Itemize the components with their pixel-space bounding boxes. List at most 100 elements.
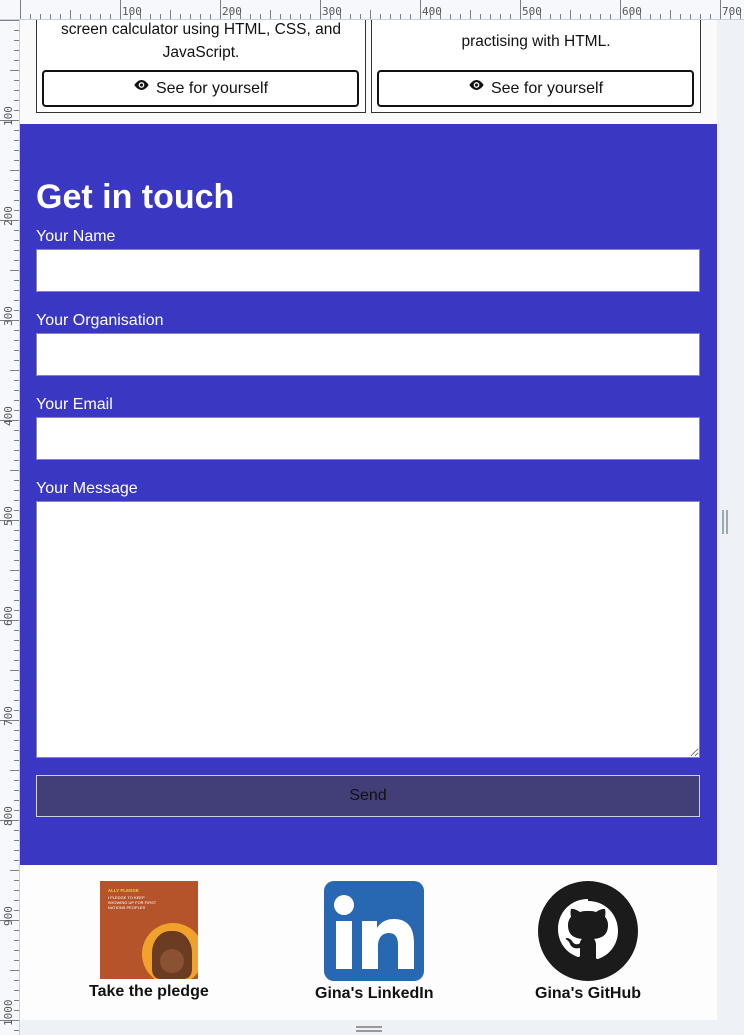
ruler-tick [14, 380, 19, 381]
description-line: JavaScript. [162, 44, 240, 61]
ruler-tick [90, 14, 91, 19]
ally-pledge-image: ALLY PLEDGE I PLEDGE TO KEEP SHOWING UP … [99, 881, 198, 979]
ruler-label: 600 [622, 5, 642, 18]
ruler-tick [270, 10, 271, 19]
ruler-tick [370, 10, 371, 19]
ruler-label: 500 [2, 506, 15, 526]
ruler-tick [14, 430, 19, 431]
github-link[interactable]: Gina's GitHub [535, 881, 641, 1003]
ruler-tick [500, 14, 501, 19]
send-button[interactable]: Send [36, 775, 700, 817]
project-description: practising with HTML. [380, 30, 692, 53]
ruler-tick [14, 300, 19, 301]
button-label: See for yourself [155, 79, 269, 97]
contact-title: Get in touch [36, 178, 235, 216]
ruler-tick [14, 450, 19, 451]
ruler-tick [520, 0, 521, 19]
ruler-tick [20, 0, 21, 19]
ruler-tick [660, 14, 661, 19]
ruler-tick [14, 50, 19, 51]
ruler-tick [14, 640, 19, 641]
panel-resize-handle[interactable] [722, 510, 728, 534]
ruler-tick [14, 60, 19, 61]
ruler-tick [14, 840, 19, 841]
ruler-tick [14, 960, 19, 961]
ruler-tick [470, 10, 471, 19]
linkedin-link[interactable]: Gina's LinkedIn [315, 881, 434, 1003]
ruler-tick [180, 14, 181, 19]
ruler-tick [14, 860, 19, 861]
message-textarea[interactable] [36, 501, 700, 758]
ruler-tick [600, 14, 601, 19]
ruler-label: 200 [222, 5, 242, 18]
ruler-tick [10, 570, 19, 571]
ruler-tick [360, 14, 361, 19]
ruler-tick [580, 14, 581, 19]
description-line: screen calculator using HTML, CSS, and [61, 21, 341, 38]
ruler-tick [14, 390, 19, 391]
ruler-tick [550, 14, 551, 19]
ruler-tick [610, 14, 611, 19]
ruler-tick [14, 540, 19, 541]
ruler-label: 900 [2, 906, 15, 926]
see-for-yourself-button[interactable]: See for yourself [42, 70, 359, 107]
ruler-tick [14, 180, 19, 181]
eye-icon [134, 79, 149, 90]
ruler-tick [14, 830, 19, 831]
ruler-tick [710, 14, 711, 19]
ruler-tick [14, 740, 19, 741]
ruler-label: 1000 [2, 999, 15, 1027]
ruler-tick [300, 14, 301, 19]
ruler-tick [14, 1030, 19, 1031]
ruler-tick [14, 930, 19, 931]
ruler-tick [10, 270, 19, 271]
ruler-tick [690, 14, 691, 19]
email-input[interactable] [36, 417, 700, 460]
ruler-tick [14, 900, 19, 901]
ruler-tick [410, 14, 411, 19]
footer: ALLY PLEDGE I PLEDGE TO KEEP SHOWING UP … [20, 865, 717, 1020]
ruler-tick [14, 650, 19, 651]
ruler-tick [14, 290, 19, 291]
ruler-tick [0, 20, 19, 21]
ruler-tick [10, 970, 19, 971]
ruler-label: 500 [522, 5, 542, 18]
ruler-tick [14, 580, 19, 581]
ruler-tick [450, 14, 451, 19]
ruler-tick [120, 0, 121, 19]
name-input[interactable] [36, 249, 700, 292]
ruler-tick [14, 560, 19, 561]
ruler-tick [10, 670, 19, 671]
ruler-tick [14, 600, 19, 601]
ruler-tick [14, 260, 19, 261]
see-for-yourself-button[interactable]: See for yourself [377, 70, 694, 107]
ruler-tick [14, 500, 19, 501]
ruler-tick [670, 10, 671, 19]
ruler-tick [14, 130, 19, 131]
ruler-tick [14, 790, 19, 791]
pledge-link[interactable]: ALLY PLEDGE I PLEDGE TO KEEP SHOWING UP … [89, 881, 209, 1001]
ruler-tick [14, 590, 19, 591]
ruler-tick [30, 14, 31, 19]
ruler-tick [14, 100, 19, 101]
ruler-tick [14, 850, 19, 851]
project-description: screen calculator using HTML, CSS, and J… [45, 20, 357, 64]
ruler-tick [220, 0, 221, 19]
bottom-resize-handle[interactable] [356, 1026, 382, 1032]
link-label: Take the pledge [89, 983, 209, 1000]
ruler-label: 100 [2, 106, 15, 126]
ruler-tick [14, 780, 19, 781]
link-label: Gina's GitHub [535, 985, 642, 1002]
ruler-tick [14, 360, 19, 361]
ruler-tick [510, 14, 511, 19]
ruler-tick [14, 530, 19, 531]
ruler-tick [14, 400, 19, 401]
ruler-tick [14, 150, 19, 151]
ruler-tick [14, 280, 19, 281]
pledge-text: I PLEDGE TO KEEP SHOWING UP FOR FIRST NA… [107, 895, 157, 910]
ruler-label: 600 [2, 606, 15, 626]
organisation-input[interactable] [36, 333, 700, 376]
project-card: practising with HTML. See for yourself [371, 20, 701, 113]
ruler-tick [350, 14, 351, 19]
ruler-tick [14, 940, 19, 941]
